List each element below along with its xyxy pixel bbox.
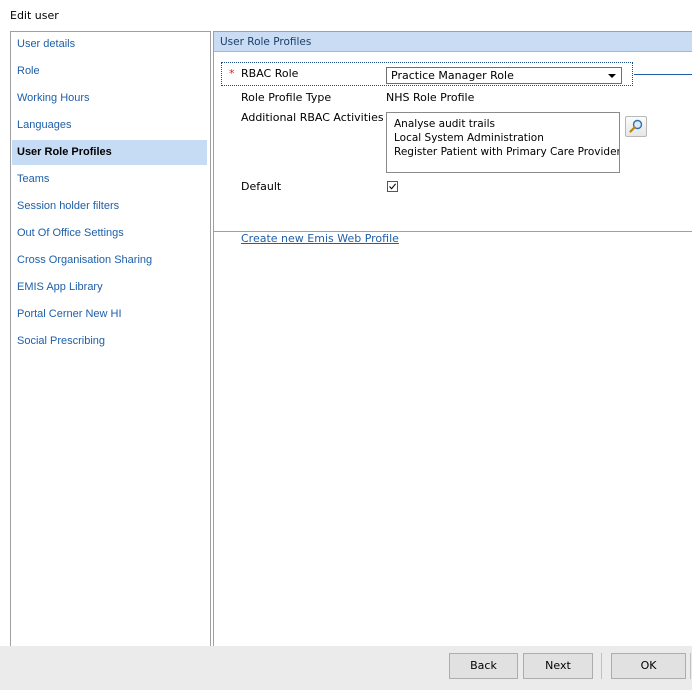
chevron-down-icon [608, 74, 616, 78]
window-title: Edit user [10, 9, 59, 22]
sidebar-item-out-of-office-settings[interactable]: Out Of Office Settings [12, 221, 207, 246]
create-emis-web-profile-link[interactable]: Create new Emis Web Profile [241, 232, 399, 245]
sidebar-item-role[interactable]: Role [12, 59, 207, 84]
connector-line [634, 74, 692, 75]
sidebar-item-session-holder-filters[interactable]: Session holder filters [12, 194, 207, 219]
sidebar-item-portal-cerner-new-hi[interactable]: Portal Cerner New HI [12, 302, 207, 327]
list-item[interactable]: Register Patient with Primary Care Provi… [394, 145, 619, 159]
button-separator [601, 653, 602, 679]
additional-activities-list[interactable]: Analyse audit trails Local System Admini… [386, 112, 620, 173]
sidebar-item-working-hours[interactable]: Working Hours [12, 86, 207, 111]
magnifier-icon [629, 119, 643, 133]
button-separator [690, 653, 691, 679]
rbac-role-label: RBAC Role [241, 67, 299, 80]
rbac-role-value: Practice Manager Role [391, 69, 514, 82]
checkmark-icon [389, 183, 397, 190]
lookup-button[interactable] [625, 116, 647, 137]
sidebar-item-cross-organisation-sharing[interactable]: Cross Organisation Sharing [12, 248, 207, 273]
sidebar: User details Role Working Hours Language… [10, 31, 211, 647]
main-panel: User Role Profiles * RBAC Role Practice … [213, 31, 692, 647]
sidebar-item-emis-app-library[interactable]: EMIS App Library [12, 275, 207, 300]
role-profile-form: * RBAC Role Practice Manager Role Role P… [214, 53, 692, 245]
list-item[interactable]: Local System Administration [394, 131, 619, 145]
sidebar-item-user-details[interactable]: User details [12, 32, 207, 57]
rbac-role-select[interactable]: Practice Manager Role [386, 67, 622, 84]
sidebar-item-languages[interactable]: Languages [12, 113, 207, 138]
default-label: Default [241, 180, 282, 193]
sidebar-item-user-role-profiles[interactable]: User Role Profiles [12, 140, 207, 165]
list-item[interactable]: Analyse audit trails [394, 117, 619, 131]
role-profile-type-label: Role Profile Type [241, 91, 332, 104]
back-button[interactable]: Back [449, 653, 518, 679]
bottom-toolbar: Back Next OK [0, 646, 692, 690]
next-button[interactable]: Next [523, 653, 593, 679]
sidebar-item-teams[interactable]: Teams [12, 167, 207, 192]
required-indicator: * [229, 67, 235, 80]
ok-button[interactable]: OK [611, 653, 686, 679]
panel-title: User Role Profiles [214, 32, 692, 52]
role-profile-type-value: NHS Role Profile [386, 91, 475, 104]
default-checkbox[interactable] [387, 181, 398, 192]
sidebar-item-social-prescribing[interactable]: Social Prescribing [12, 329, 207, 354]
additional-activities-label: Additional RBAC Activities [241, 111, 384, 124]
